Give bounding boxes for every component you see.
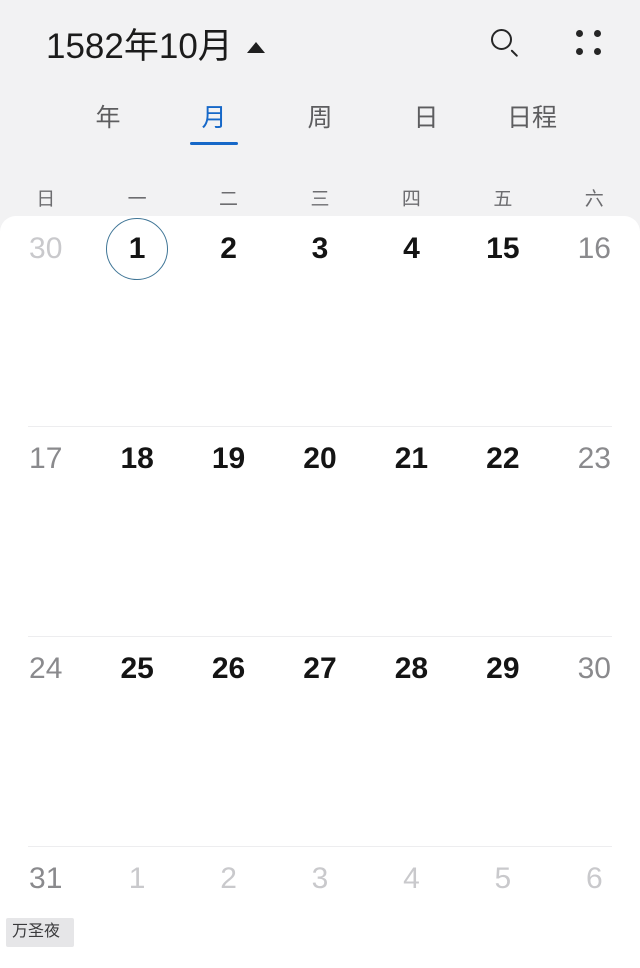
tab-1[interactable]: 月 xyxy=(161,100,267,145)
day-number: 20 xyxy=(303,442,337,475)
day-cell[interactable]: 24 xyxy=(0,636,91,846)
day-cell[interactable]: 1 xyxy=(91,846,182,968)
calendar-app: 1582年10月 年月周日日程 日一二三四五六 30 1 2 3 4 15 16 17 18 19… xyxy=(0,0,640,968)
day-number: 29 xyxy=(486,652,520,685)
search-icon xyxy=(490,28,520,58)
day-number: 30 xyxy=(577,652,611,685)
day-cell[interactable]: 23 xyxy=(549,426,640,636)
day-number: 6 xyxy=(585,862,603,895)
day-number: 3 xyxy=(311,862,329,895)
day-cell[interactable]: 15 xyxy=(457,216,548,426)
day-number: 2 xyxy=(220,232,237,265)
day-number: 25 xyxy=(120,652,154,685)
day-cell[interactable]: 21 xyxy=(366,426,457,636)
page-title: 1582年10月 xyxy=(46,26,233,66)
day-number: 5 xyxy=(494,862,512,895)
header-actions xyxy=(484,22,610,64)
weekday-label-1: 一 xyxy=(127,188,147,210)
tab-4[interactable]: 日程 xyxy=(479,100,585,145)
day-number: 26 xyxy=(211,652,246,685)
day-cell[interactable]: 16 xyxy=(549,216,640,426)
calendar-grid: 30 1 2 3 4 15 16 17 18 19 20 21 22 23 24 25 26 27 28 29 30 31… xyxy=(0,216,640,968)
day-cell[interactable]: 2 xyxy=(183,216,274,426)
day-cell[interactable]: 1 xyxy=(91,216,182,426)
more-menu-button[interactable] xyxy=(568,22,610,64)
day-cell[interactable]: 20 xyxy=(274,426,365,636)
search-button[interactable] xyxy=(484,22,526,64)
day-number-selected: 1 xyxy=(106,218,169,280)
week-row: 24 25 26 27 28 29 30 xyxy=(0,636,640,846)
day-number: 15 xyxy=(486,232,520,265)
tab-0[interactable]: 年 xyxy=(55,100,161,145)
day-number: 28 xyxy=(394,652,429,685)
weekday-label-4: 四 xyxy=(401,188,421,210)
day-number: 3 xyxy=(311,232,329,265)
day-number: 22 xyxy=(486,442,520,475)
day-cell[interactable]: 4 xyxy=(366,216,457,426)
app-header: 1582年10月 xyxy=(0,0,640,92)
day-cell[interactable]: 26 xyxy=(183,636,274,846)
weekday-label-2: 二 xyxy=(219,188,239,210)
day-cell[interactable]: 6 xyxy=(549,846,640,968)
weekday-label-5: 五 xyxy=(493,188,513,210)
day-cell[interactable]: 19 xyxy=(183,426,274,636)
day-cell[interactable]: 5 xyxy=(457,846,548,968)
day-number: 17 xyxy=(29,442,63,475)
month-title-button[interactable]: 1582年10月 xyxy=(46,29,265,64)
day-cell[interactable]: 30 xyxy=(0,216,91,426)
day-cell[interactable]: 2 xyxy=(183,846,274,968)
event-chip[interactable]: 万圣夜 xyxy=(6,918,75,947)
week-row: 31 万圣夜 1 2 3 4 5 6 xyxy=(0,846,640,968)
weekday-label-6: 六 xyxy=(584,188,604,210)
weekday-label-3: 三 xyxy=(310,188,330,210)
day-cell[interactable]: 3 xyxy=(274,846,365,968)
day-number: 31 xyxy=(29,862,63,895)
day-number: 2 xyxy=(220,862,237,895)
day-number: 24 xyxy=(29,652,63,685)
day-number: 30 xyxy=(29,232,63,265)
day-number: 18 xyxy=(120,442,154,475)
day-number: 27 xyxy=(303,652,337,685)
view-tabs: 年月周日日程 xyxy=(0,100,640,162)
day-cell[interactable]: 17 xyxy=(0,426,91,636)
day-cell[interactable]: 29 xyxy=(457,636,548,846)
day-number: 1 xyxy=(128,862,146,895)
day-number: 4 xyxy=(403,862,420,895)
tab-3[interactable]: 日 xyxy=(373,100,479,145)
day-number: 23 xyxy=(577,442,611,475)
day-cell[interactable]: 31 万圣夜 xyxy=(0,846,91,968)
day-number: 4 xyxy=(403,232,420,265)
triangle-up-icon xyxy=(246,41,265,53)
weekday-header: 日一二三四五六 xyxy=(0,182,640,216)
day-cell[interactable]: 25 xyxy=(91,636,182,846)
grid-dots-icon xyxy=(576,30,602,56)
week-row: 30 1 2 3 4 15 16 xyxy=(0,216,640,426)
day-number: 21 xyxy=(394,442,429,475)
day-cell[interactable]: 18 xyxy=(91,426,182,636)
day-cell[interactable]: 4 xyxy=(366,846,457,968)
day-cell[interactable]: 27 xyxy=(274,636,365,846)
day-cell[interactable]: 3 xyxy=(274,216,365,426)
day-number: 19 xyxy=(211,442,246,475)
day-number: 16 xyxy=(577,232,611,265)
week-row: 17 18 19 20 21 22 23 xyxy=(0,426,640,636)
day-cell[interactable]: 30 xyxy=(549,636,640,846)
weekday-label-0: 日 xyxy=(36,188,56,210)
day-cell[interactable]: 28 xyxy=(366,636,457,846)
day-cell[interactable]: 22 xyxy=(457,426,548,636)
tab-2[interactable]: 周 xyxy=(267,100,373,145)
